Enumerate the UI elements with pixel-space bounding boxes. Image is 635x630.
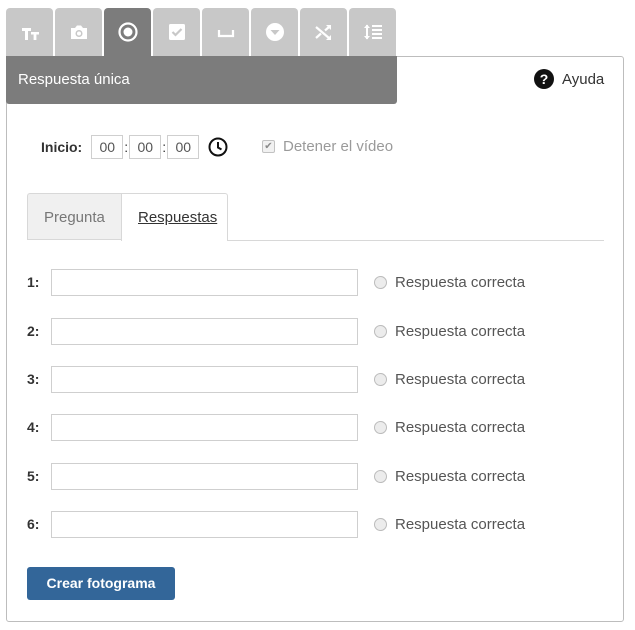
start-minutes-input[interactable] [129, 135, 162, 159]
dropdown-icon [265, 23, 284, 41]
answer-input[interactable] [51, 317, 358, 345]
answer-number: 3: [27, 371, 40, 387]
text-size-icon [21, 28, 39, 40]
correct-answer-radio[interactable] [374, 372, 387, 386]
tool-ordering[interactable] [349, 8, 396, 56]
tool-text-size[interactable] [6, 8, 53, 56]
correct-answer-radio[interactable] [374, 324, 387, 338]
answer-number: 1: [27, 274, 40, 290]
create-frame-button[interactable]: Crear fotograma [27, 567, 175, 600]
answer-number: 6: [27, 516, 40, 532]
stop-video-option[interactable]: ✔ Detener el vídeo [262, 138, 393, 155]
answer-row: 6: Respuesta correcta [27, 510, 525, 538]
tool-camera[interactable] [55, 8, 102, 56]
stop-video-label: Detener el vídeo [283, 138, 394, 155]
radio-selected-icon [117, 22, 138, 42]
tab-pregunta[interactable]: Pregunta [27, 193, 121, 240]
tab-respuestas[interactable]: Respuestas [121, 193, 228, 241]
correct-answer-label: Respuesta correcta [395, 418, 526, 436]
stop-video-checkbox[interactable]: ✔ [262, 140, 275, 153]
answer-row: 2: Respuesta correcta [27, 317, 525, 345]
correct-answer-radio[interactable] [374, 469, 387, 483]
panel-title: Respuesta única [6, 56, 397, 104]
camera-icon [70, 25, 87, 39]
start-seconds-input[interactable] [167, 135, 200, 159]
help-link[interactable]: ? Ayuda [534, 69, 604, 89]
tool-single-answer[interactable] [104, 8, 151, 56]
shuffle-icon [314, 25, 331, 40]
answer-row: 1: Respuesta correcta [27, 268, 525, 296]
tool-shuffle[interactable] [300, 8, 347, 56]
answer-input[interactable] [51, 268, 358, 296]
answer-row: 4: Respuesta correcta [27, 413, 525, 441]
correct-answer-label: Respuesta correcta [395, 322, 526, 340]
answer-row: 5: Respuesta correcta [27, 462, 525, 490]
correct-answer-label: Respuesta correcta [395, 273, 526, 291]
answer-number: 2: [27, 323, 40, 339]
tab-bar: Pregunta Respuestas [27, 193, 228, 241]
correct-answer-label: Respuesta correcta [395, 515, 526, 533]
tool-multiple-answer[interactable] [153, 8, 200, 56]
answer-number: 4: [27, 419, 40, 435]
answer-input[interactable] [51, 510, 358, 538]
start-label: Inicio: [41, 139, 83, 155]
question-type-toolbar [6, 8, 396, 56]
tool-dropdown[interactable] [251, 8, 298, 56]
correct-answer-radio[interactable] [374, 517, 387, 531]
answer-input[interactable] [51, 413, 358, 441]
correct-answer-radio[interactable] [374, 420, 387, 434]
checkbox-icon [168, 24, 185, 40]
blank-space-icon [217, 30, 234, 38]
help-label: Ayuda [562, 70, 605, 88]
answer-number: 5: [27, 468, 40, 484]
tab-divider [228, 240, 604, 241]
answer-input[interactable] [51, 462, 358, 490]
help-icon: ? [534, 69, 554, 89]
answer-row: 3: Respuesta correcta [27, 365, 525, 393]
tool-fill-blank[interactable] [202, 8, 249, 56]
correct-answer-radio[interactable] [374, 275, 387, 289]
start-time-row: Inicio: : : [41, 134, 229, 160]
answer-input[interactable] [51, 365, 358, 393]
correct-answer-label: Respuesta correcta [395, 467, 526, 485]
correct-answer-label: Respuesta correcta [395, 370, 526, 388]
start-hours-input[interactable] [91, 135, 124, 159]
ordering-icon [363, 24, 382, 40]
clock-icon[interactable] [207, 136, 229, 158]
